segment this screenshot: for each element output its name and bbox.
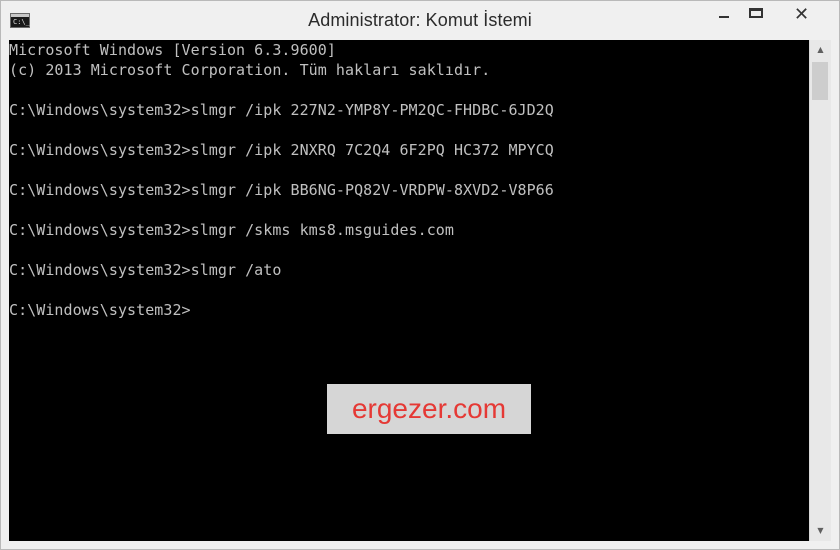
command-prompt-window: C:\_ Administrator: Komut İstemi ✕ Micro… (0, 0, 840, 550)
console-line: C:\Windows\system32>slmgr /ipk BB6NG-PQ8… (9, 181, 554, 199)
maximize-icon (749, 8, 763, 18)
close-icon: ✕ (794, 4, 810, 25)
minimize-button[interactable] (708, 1, 742, 31)
console-prompt-line: C:\Windows\system32> (9, 301, 191, 319)
scrollbar-thumb[interactable] (812, 62, 828, 100)
resize-grip[interactable] (829, 539, 839, 549)
scroll-down-icon[interactable]: ▼ (810, 521, 831, 541)
console-line: C:\Windows\system32>slmgr /ipk 2NXRQ 7C2… (9, 141, 554, 159)
maximize-button[interactable] (742, 1, 776, 31)
title-bar[interactable]: C:\_ Administrator: Komut İstemi ✕ (1, 1, 839, 39)
console-line: C:\Windows\system32>slmgr /skms kms8.msg… (9, 221, 454, 239)
vertical-scrollbar[interactable]: ▲ ▼ (809, 40, 831, 541)
console-line: Microsoft Windows [Version 6.3.9600] (9, 41, 336, 59)
minimize-icon (719, 16, 729, 18)
console-line: C:\Windows\system32>slmgr /ato (9, 261, 282, 279)
console-line: C:\Windows\system32>slmgr /ipk 227N2-YMP… (9, 101, 554, 119)
close-button[interactable]: ✕ (776, 1, 830, 31)
scroll-up-icon[interactable]: ▲ (810, 40, 831, 60)
console-line: (c) 2013 Microsoft Corporation. Tüm hakl… (9, 61, 491, 79)
watermark-label: ergezer.com (327, 384, 531, 434)
console-output[interactable]: Microsoft Windows [Version 6.3.9600] (c)… (9, 40, 809, 541)
